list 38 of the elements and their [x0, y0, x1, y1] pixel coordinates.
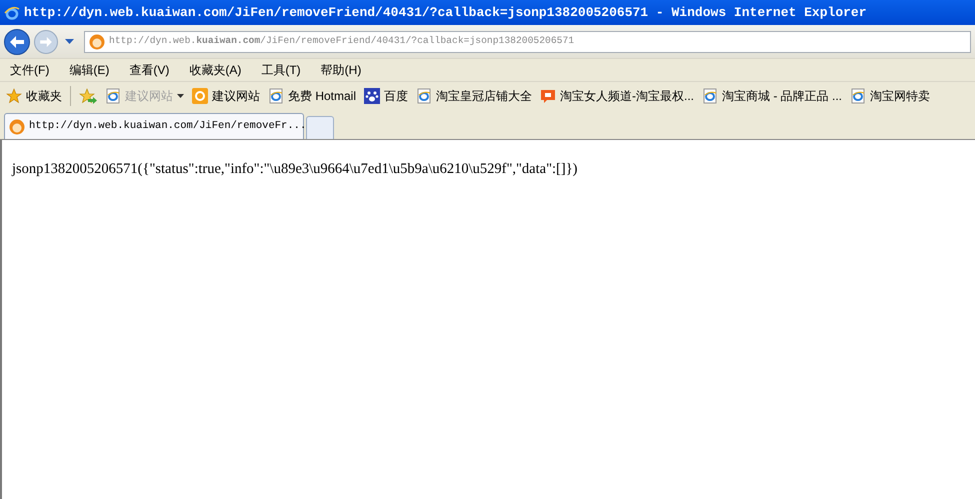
star-arrow-icon — [79, 88, 97, 104]
menu-item[interactable]: 收藏夹(A) — [189, 61, 242, 79]
back-button[interactable] — [4, 28, 30, 54]
favorite-link[interactable]: 免费 Hotmail — [268, 87, 356, 105]
new-tab-button[interactable] — [306, 116, 334, 139]
menu-item[interactable]: 查看(V) — [129, 61, 170, 79]
browser-e-icon — [416, 88, 432, 104]
browser-e-icon — [4, 4, 20, 20]
browser-e-icon — [702, 88, 718, 104]
favorite-link[interactable]: 淘宝女人频道-淘宝最权... — [540, 87, 694, 105]
caret-icon — [177, 94, 184, 98]
menu-item[interactable]: 帮助(H) — [320, 61, 362, 79]
favorite-link[interactable]: 淘宝皇冠店铺大全 — [416, 87, 532, 105]
ring-icon — [192, 88, 208, 104]
json-response-text: jsonp1382005206571({"status":true,"info":"\u89e3\u9664\u7ed1\u5b9a\u6210\u529f","data":[]}) — [12, 160, 578, 179]
favorites-button[interactable]: 收藏夹 — [6, 87, 62, 105]
menu-item[interactable]: 工具(T) — [261, 61, 301, 79]
browser-e-icon — [105, 88, 121, 104]
add-favorite-button[interactable] — [79, 88, 97, 104]
favorite-link[interactable]: 淘宝商城 - 品牌正品 ... — [702, 87, 842, 105]
favorite-link[interactable]: 淘宝网特卖 — [850, 87, 930, 105]
paw-icon — [364, 88, 380, 104]
star-icon — [6, 88, 22, 104]
site-face-icon — [89, 34, 105, 50]
url-text: http://dyn.web.kuaiwan.com/JiFen/removeFriend/40431/?callback=jsonp1382005206571 — [109, 34, 574, 48]
site-face-icon — [9, 118, 25, 134]
browser-e-icon — [850, 88, 866, 104]
window-title: http://dyn.web.kuaiwan.com/JiFen/removeFriend/40431/?callback=jsonp1382005206571 - Windows Internet Explorer — [24, 4, 867, 22]
favorite-link[interactable]: 百度 — [364, 87, 408, 105]
speech-bubble-icon — [540, 88, 556, 104]
right-arrow-icon — [40, 36, 52, 46]
menu-item[interactable]: 编辑(E) — [69, 61, 110, 79]
favorite-link[interactable]: 建议网站 — [192, 87, 260, 105]
browser-tab[interactable]: http://dyn.web.kuaiwan.com/JiFen/removeFr... — [4, 113, 304, 139]
caret-icon — [64, 39, 74, 44]
menu-item[interactable]: 文件(F) — [10, 61, 50, 79]
left-arrow-icon — [10, 36, 24, 48]
browser-e-icon — [268, 88, 284, 104]
